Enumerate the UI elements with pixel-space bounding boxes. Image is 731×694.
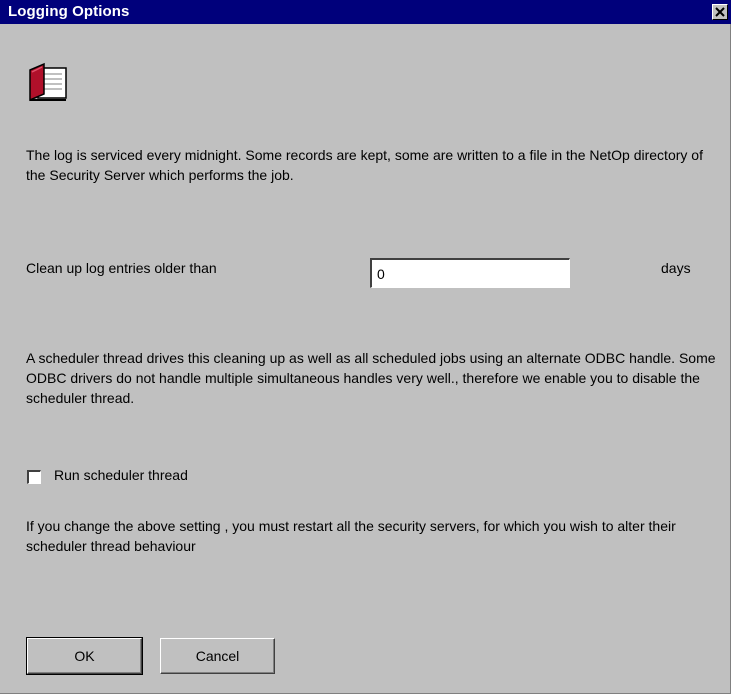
title-bar[interactable]: Logging Options: [0, 0, 731, 24]
run-scheduler-label[interactable]: Run scheduler thread: [54, 467, 188, 483]
book-icon: [29, 62, 67, 102]
days-unit-label: days: [661, 260, 691, 276]
cleanup-days-input[interactable]: [370, 258, 570, 288]
cleanup-label: Clean up log entries older than: [26, 260, 217, 276]
run-scheduler-checkbox[interactable]: [27, 470, 41, 484]
logging-options-dialog: Logging Options The log is serviced ever…: [0, 0, 731, 694]
window-title: Logging Options: [8, 3, 130, 20]
ok-button[interactable]: OK: [26, 637, 143, 675]
scheduler-info-text: A scheduler thread drives this cleaning …: [26, 350, 716, 406]
close-icon: [715, 7, 725, 17]
restart-note-text: If you change the above setting , you mu…: [26, 518, 676, 554]
close-button[interactable]: [712, 4, 728, 20]
cancel-button[interactable]: Cancel: [160, 638, 275, 674]
intro-text: The log is serviced every midnight. Some…: [26, 147, 703, 183]
